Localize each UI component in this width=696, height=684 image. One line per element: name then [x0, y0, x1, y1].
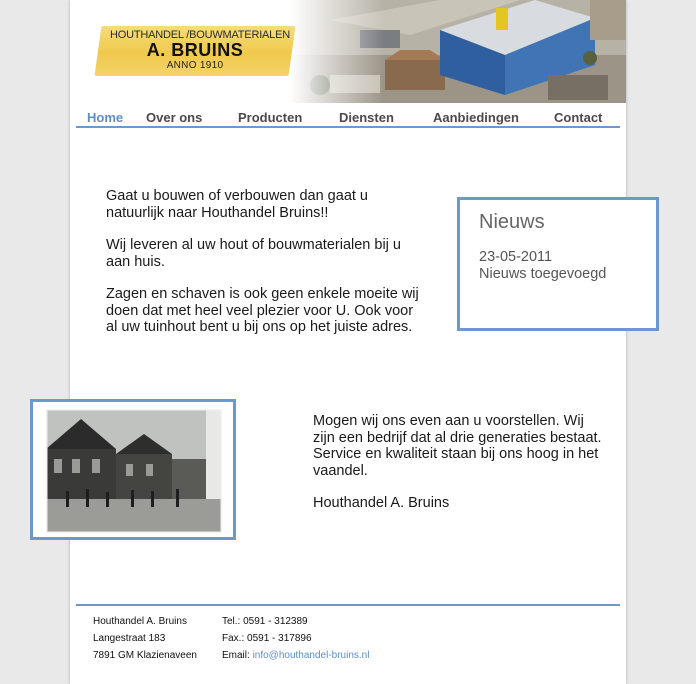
footer-email-link[interactable]: info@houthandel-bruins.nl [253, 650, 370, 661]
intro-paragraph: Gaat u bouwen of verbouwen dan gaat u na… [106, 188, 368, 221]
about-text: Mogen wij ons even aan u voorstellen. Wi… [313, 413, 603, 528]
nav-producten[interactable]: Producten [238, 110, 302, 125]
footer-city: 7891 GM Klazienaveen [93, 650, 197, 661]
about-signature: Houthandel A. Bruins [313, 495, 450, 511]
photo-frame [30, 399, 236, 540]
footer-fax: Fax.: 0591 - 317896 [222, 633, 312, 644]
nav-over-ons[interactable]: Over ons [146, 110, 202, 125]
news-date: 23-05-2011 [479, 249, 553, 265]
news-item[interactable]: Nieuws toegevoegd [479, 266, 606, 282]
news-title: Nieuws [479, 211, 545, 233]
about-paragraph: Mogen wij ons even aan u voorstellen. Wi… [313, 413, 602, 479]
header: HOUTHANDEL /BOUWMATERIALEN A. BRUINS ANN… [70, 0, 626, 103]
footer-tel: Tel.: 0591 - 312389 [222, 616, 308, 627]
aerial-photo [290, 0, 626, 103]
page: HOUTHANDEL /BOUWMATERIALEN A. BRUINS ANN… [30, 0, 659, 684]
footer-address: Houthandel A. Bruins Langestraat 183 789… [93, 616, 197, 667]
nav-home[interactable]: Home [87, 110, 123, 125]
intro-paragraph: Zagen en schaven is ook geen enkele moei… [106, 286, 419, 335]
footer-company: Houthandel A. Bruins [93, 616, 187, 627]
nav-diensten[interactable]: Diensten [339, 110, 394, 125]
footer-contact: Tel.: 0591 - 312389 Fax.: 0591 - 317896 … [222, 616, 369, 667]
nav-contact[interactable]: Contact [554, 110, 602, 125]
intro-paragraph: Wij leveren al uw hout of bouwmaterialen… [106, 237, 401, 270]
logo-name: A. BRUINS [146, 40, 244, 60]
historic-photo [46, 409, 222, 533]
main-nav: Home Over ons Producten Diensten Aanbied… [76, 107, 620, 127]
nav-aanbiedingen[interactable]: Aanbiedingen [433, 110, 519, 125]
logo-year: ANNO 1910 [166, 60, 224, 71]
intro-text: Gaat u bouwen of verbouwen dan gaat u na… [106, 188, 426, 352]
footer-email-label: Email: [222, 650, 253, 661]
company-logo[interactable]: HOUTHANDEL /BOUWMATERIALEN A. BRUINS ANN… [94, 26, 296, 78]
footer-divider [76, 604, 620, 606]
news-box: Nieuws 23-05-2011 Nieuws toegevoegd [457, 197, 659, 331]
footer-email-row: Email: info@houthandel-bruins.nl [222, 650, 369, 667]
footer-street: Langestraat 183 [93, 633, 166, 644]
nav-divider [76, 126, 620, 128]
